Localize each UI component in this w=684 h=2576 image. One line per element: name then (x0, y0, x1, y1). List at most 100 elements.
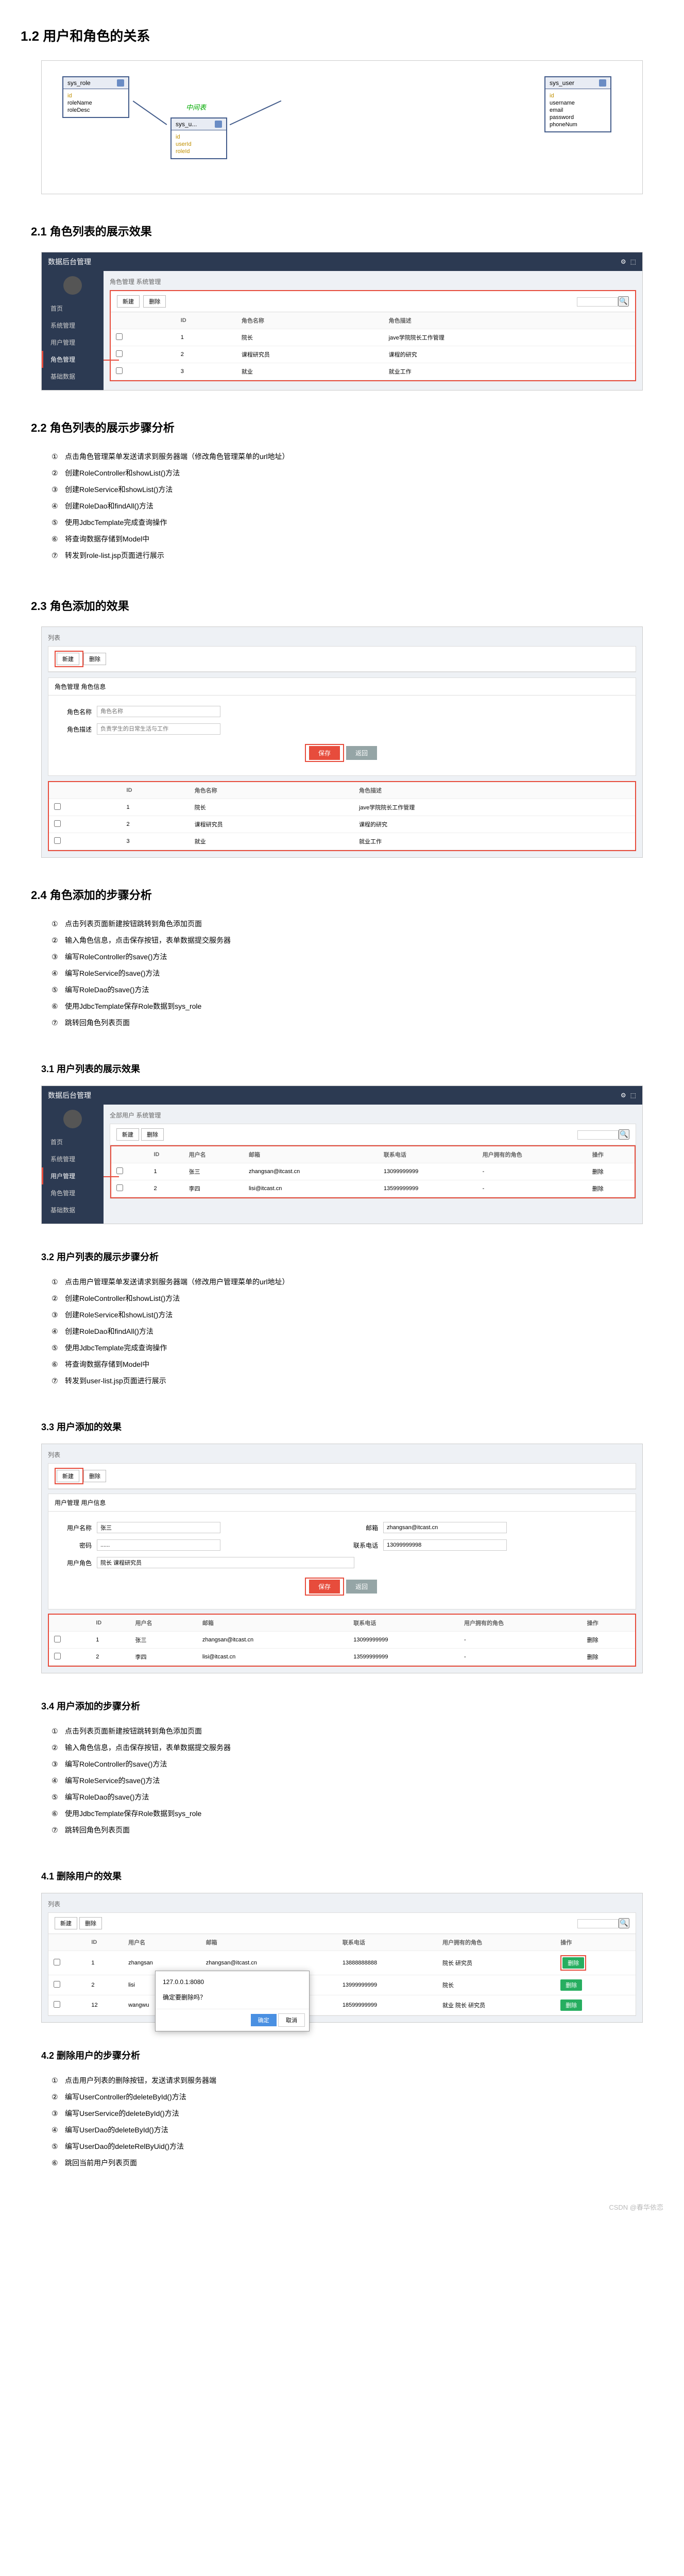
search-input[interactable] (577, 1130, 619, 1140)
sidebar-item-user[interactable]: 用户管理 (42, 1167, 104, 1184)
table-row: 2李四lisi@itcast.cn13599999999-删除 (49, 1649, 635, 1666)
user-table-panel: 新建删除🔍 ID用户名邮箱联系电话用户拥有的角色操作 1张三zhangsan@i… (110, 1124, 636, 1199)
field: id (67, 92, 124, 99)
sidebar-item-base[interactable]: 基础数据 (42, 1201, 104, 1218)
sidebar-item-user[interactable]: 用户管理 (42, 334, 104, 351)
user-list-app: 数据后台管理⚙⬚ 首页 系统管理 用户管理 角色管理 基础数据 全部用户 系统管… (41, 1086, 643, 1224)
row-check[interactable] (116, 350, 123, 357)
section-title: 3.3 用户添加的效果 (0, 1415, 684, 1438)
steps-list: 点击列表页面新建按钮跳转到角色添加页面 输入角色信息，点击保存按钮，表单数据提交… (41, 916, 643, 1031)
del-button[interactable]: 删除 (83, 653, 106, 665)
phone-input[interactable] (383, 1539, 507, 1551)
section-title: 3.2 用户列表的展示步骤分析 (0, 1245, 684, 1268)
list-item: 跳转回角色列表页面 (52, 1014, 643, 1031)
list-item: 输入角色信息，点击保存按钮，表单数据提交服务器 (52, 932, 643, 948)
del-link[interactable]: 删除 (587, 1654, 598, 1660)
steps-list: 点击角色管理菜单发送请求到服务器端（修改角色管理菜单的url地址） 创建Role… (41, 448, 643, 564)
del-button[interactable]: 删除 (79, 1917, 102, 1929)
sidebar: 首页 系统管理 用户管理 角色管理 基础数据 (42, 1105, 104, 1224)
entity-sys-role: sys_role id roleName roleDesc (62, 76, 129, 118)
role-desc-input[interactable] (97, 723, 220, 735)
email-input[interactable] (383, 1522, 507, 1533)
list-item: 跳回当前用户列表页面 (52, 2155, 643, 2171)
confirm-cancel-button[interactable]: 取消 (278, 2013, 305, 2027)
search-input[interactable] (577, 1919, 619, 1928)
list-item: 创建RoleService和showList()方法 (52, 481, 643, 498)
watermark: CSDN @春华依恋 (0, 2197, 684, 2217)
sidebar-item-sys[interactable]: 系统管理 (42, 1150, 104, 1167)
user-table: ID用户名邮箱联系电话用户拥有的角色操作 1张三zhangsan@itcast.… (49, 1615, 635, 1666)
add-button[interactable]: 新建 (116, 1128, 139, 1141)
field: roleName (67, 99, 124, 107)
add-button[interactable]: 新建 (57, 1470, 79, 1482)
del-button[interactable]: 删除 (141, 1128, 164, 1141)
field: username (550, 99, 606, 107)
search-input[interactable] (577, 297, 618, 307)
entity-icon (117, 79, 124, 87)
breadcrumb: 全部用户 系统管理 (110, 1111, 636, 1124)
list-item: 编写UserController的deleteById()方法 (52, 2089, 643, 2105)
password-input[interactable] (97, 1539, 220, 1551)
table-row: 3就业就业工作 (49, 833, 635, 850)
del-row-button[interactable]: 删除 (562, 1957, 584, 1969)
back-button[interactable]: 返回 (346, 746, 377, 760)
del-row-button[interactable]: 删除 (560, 1999, 582, 2011)
list-item: 点击列表页面新建按钮跳转到角色添加页面 (52, 916, 643, 932)
steps-list: 点击用户列表的删除按钮，发送请求到服务器端 编写UserController的d… (41, 2072, 643, 2171)
list-item: 编写UserDao的deleteRelByUid()方法 (52, 2138, 643, 2155)
username-input[interactable] (97, 1522, 220, 1533)
save-button[interactable]: 保存 (309, 746, 340, 760)
del-row-button[interactable]: 删除 (560, 1979, 582, 1991)
row-check[interactable] (116, 367, 123, 374)
del-button[interactable]: 删除 (83, 1470, 106, 1482)
field: roleId (176, 148, 222, 155)
section-title: 3.1 用户列表的展示效果 (0, 1057, 684, 1080)
list-item: 转发到user-list.jsp页面进行展示 (52, 1372, 643, 1389)
confirm-ok-button[interactable]: 确定 (251, 2014, 277, 2026)
role-name-input[interactable] (97, 706, 220, 717)
field: password (550, 114, 606, 121)
search-button[interactable]: 🔍 (618, 296, 629, 307)
list-item: 创建RoleDao和findAll()方法 (52, 1323, 643, 1340)
search-button[interactable]: 🔍 (619, 1918, 629, 1928)
user-table: ID用户名邮箱联系电话用户拥有的角色操作 1zhangsanzhangsan@i… (48, 1934, 636, 2015)
section-title: 4.2 删除用户的步骤分析 (0, 2043, 684, 2067)
role-form-panel: 角色管理 角色信息 角色名称 角色描述 保存返回 (48, 677, 636, 776)
dialog-text: 确定要删除吗？ (163, 1994, 206, 2001)
search-button[interactable]: 🔍 (619, 1129, 629, 1140)
back-button[interactable]: 返回 (346, 1580, 377, 1594)
list-item: 编写RoleDao的save()方法 (52, 1789, 643, 1805)
sidebar-item-home[interactable]: 首页 (42, 300, 104, 317)
section-title: 2.3 角色添加的效果 (0, 589, 684, 621)
sidebar-item-home[interactable]: 首页 (42, 1133, 104, 1150)
list-item: 创建RoleService和showList()方法 (52, 1307, 643, 1323)
list-item: 编写RoleService的save()方法 (52, 965, 643, 981)
role-add-app: 列表 新建删除 角色管理 角色信息 角色名称 角色描述 保存返回 ID角色名称角… (41, 626, 643, 858)
add-button[interactable]: 新建 (117, 295, 140, 308)
section-title: 4.1 删除用户的效果 (0, 1864, 684, 1888)
mid-table-label: 中间表 (186, 102, 206, 112)
list-item: 编写RoleService的save()方法 (52, 1772, 643, 1789)
brand: 数据后台管理 (48, 257, 91, 267)
role-select[interactable] (97, 1557, 354, 1568)
sidebar-item-role[interactable]: 角色管理 (42, 351, 104, 368)
role-table: ID角色名称角色描述 1院长jave学院院长工作管理 2课程研究员课程的研究 3… (111, 312, 635, 380)
sidebar-item-base[interactable]: 基础数据 (42, 368, 104, 385)
row-check[interactable] (116, 333, 123, 340)
sidebar-item-role[interactable]: 角色管理 (42, 1184, 104, 1201)
label: 角色描述 (56, 725, 97, 734)
sidebar-item-sys[interactable]: 系统管理 (42, 317, 104, 334)
list-item: 点击用户管理菜单发送请求到服务器端（修改用户管理菜单的url地址） (52, 1274, 643, 1290)
add-button[interactable]: 新建 (57, 653, 79, 665)
del-link[interactable]: 删除 (592, 1169, 604, 1175)
del-button[interactable]: 删除 (143, 295, 166, 308)
er-diagram: sys_role id roleName roleDesc sys_u... i… (41, 60, 643, 194)
section-title: 1.2 用户和角色的关系 (0, 15, 684, 55)
list-item: 编写RoleController的save()方法 (52, 1756, 643, 1772)
add-button[interactable]: 新建 (55, 1917, 77, 1929)
col-desc: 角色描述 (384, 312, 635, 329)
del-link[interactable]: 删除 (587, 1637, 598, 1643)
del-link[interactable]: 删除 (592, 1186, 604, 1192)
panel-title: 角色管理 角色信息 (55, 682, 106, 691)
save-button[interactable]: 保存 (309, 1580, 340, 1594)
